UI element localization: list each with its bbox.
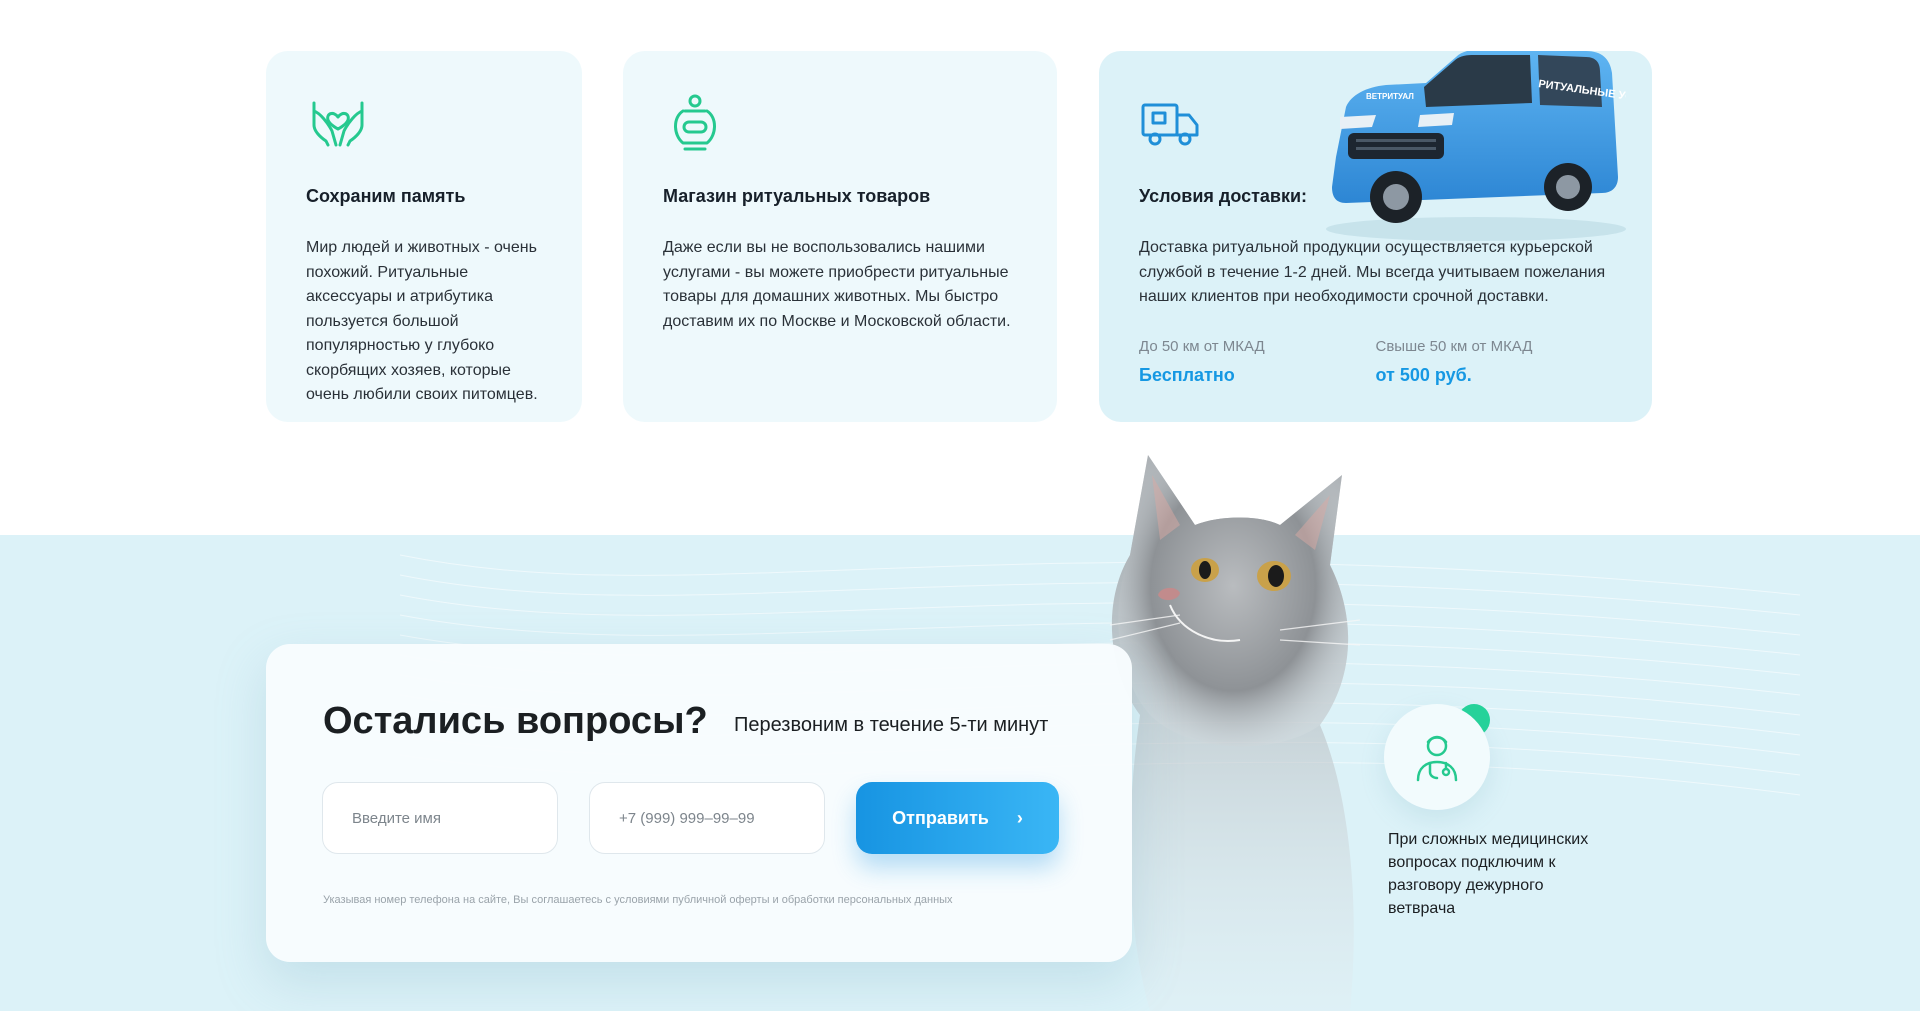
delivery-label: Свыше 50 км от МКАД xyxy=(1375,337,1533,355)
heart-hands-icon xyxy=(312,101,364,147)
submit-button[interactable]: Отправить › xyxy=(856,782,1059,854)
card-text: Даже если вы не воспользовались нашими у… xyxy=(663,239,1011,330)
doctor-icon xyxy=(1416,735,1458,782)
card-title: Магазин ритуальных товаров xyxy=(663,186,931,206)
card-text: Доставка ритуальной продукции осуществля… xyxy=(1139,239,1606,305)
feature-card-delivery: РИТУАЛЬНЫЕ УСЛУГИ ВЕТРИТУАЛ Условия дост… xyxy=(1099,51,1652,422)
delivery-prices: До 50 км от МКАД Бесплатно Свыше 50 км о… xyxy=(1139,338,1612,386)
feature-card-shop: Магазин ритуальных товаров Даже если вы … xyxy=(623,51,1057,422)
privacy-disclaimer: Указывая номер телефона на сайте, Вы сог… xyxy=(323,894,953,906)
van-hood-text: ВЕТРИТУАЛ xyxy=(1366,92,1414,101)
card-text: Мир людей и животных - очень похожий. Ри… xyxy=(306,239,538,403)
delivery-van-image: РИТУАЛЬНЫЕ УСЛУГИ ВЕТРИТУАЛ xyxy=(1326,51,1626,241)
truck-icon xyxy=(1141,103,1199,146)
callback-form: Остались вопросы? Перезвоним в течение 5… xyxy=(266,644,1132,962)
chevron-right-icon: › xyxy=(1016,807,1023,828)
phone-input[interactable] xyxy=(589,782,825,854)
form-title: Остались вопросы? xyxy=(323,700,708,742)
delivery-price: от 500 руб. xyxy=(1375,364,1472,385)
delivery-option-far: Свыше 50 км от МКАД от 500 руб. xyxy=(1376,338,1613,386)
delivery-price: Бесплатно xyxy=(1139,364,1235,385)
urn-icon xyxy=(674,94,716,151)
vet-icon-circle xyxy=(1384,704,1490,810)
vet-consult-text: При сложных медицинских вопросах подключ… xyxy=(1388,831,1589,917)
card-title: Сохраним память xyxy=(306,186,466,206)
card-title: Условия доставки: xyxy=(1139,186,1308,206)
feature-card-memory: Сохраним память Мир людей и животных - о… xyxy=(266,51,582,422)
form-subtitle: Перезвоним в течение 5-ти минут xyxy=(734,714,1049,736)
delivery-option-near: До 50 км от МКАД Бесплатно xyxy=(1139,338,1376,386)
name-input[interactable] xyxy=(322,782,558,854)
submit-button-label: Отправить xyxy=(892,807,989,828)
delivery-label: До 50 км от МКАД xyxy=(1139,337,1265,355)
